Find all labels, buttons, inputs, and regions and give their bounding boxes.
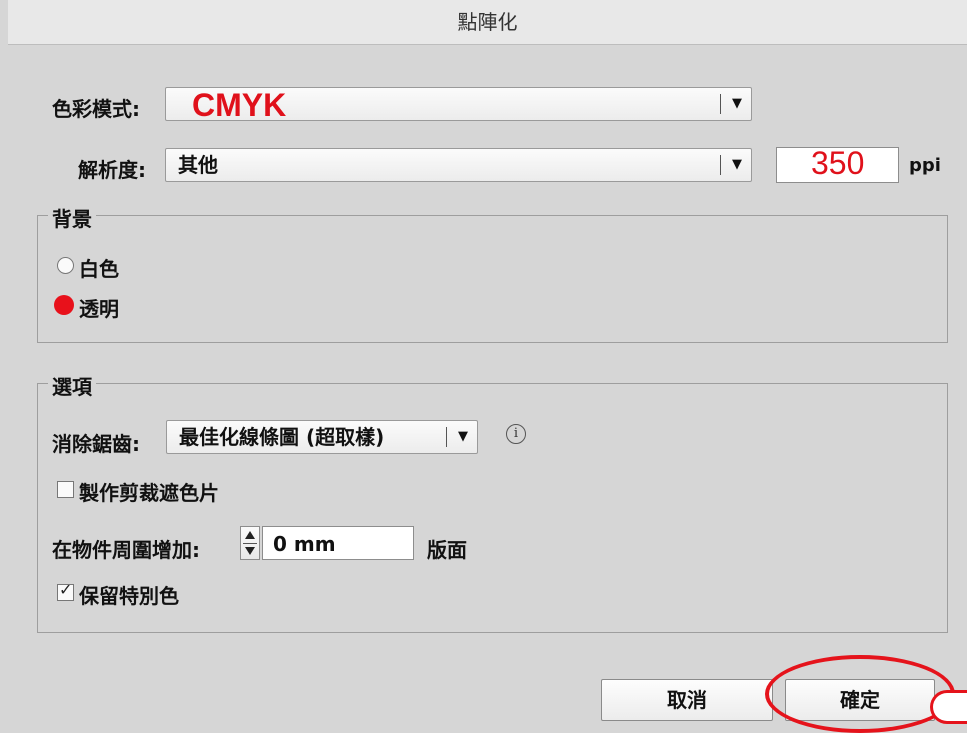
resolution-custom-input[interactable]: 350 xyxy=(776,145,899,183)
checkmark-icon: ✓ xyxy=(59,580,73,599)
color-mode-value: CMYK xyxy=(192,87,287,123)
radio-transparent[interactable] xyxy=(54,295,74,315)
radio-transparent-label: 透明 xyxy=(79,297,119,321)
add-around-value: 0 mm xyxy=(273,532,336,556)
select-divider xyxy=(446,427,447,447)
antialias-label: 消除鋸齒: xyxy=(52,432,140,456)
clipping-mask-label: 製作剪裁遮色片 xyxy=(79,481,219,505)
chevron-down-icon[interactable]: ▼ xyxy=(732,158,742,172)
color-mode-select[interactable]: CMYK ▼ xyxy=(165,87,752,123)
add-around-label: 在物件周圍增加: xyxy=(52,538,200,562)
radio-white[interactable] xyxy=(57,257,74,274)
preserve-spot-label: 保留特別色 xyxy=(79,584,179,608)
chevron-down-icon[interactable]: ▼ xyxy=(458,430,468,444)
pointer-annotation xyxy=(930,690,967,724)
dialog-title: 點陣化 xyxy=(8,0,967,45)
resolution-custom-value: 350 xyxy=(811,145,865,181)
options-legend: 選項 xyxy=(48,371,96,400)
preserve-spot-checkbox[interactable]: ✓ xyxy=(57,580,74,601)
add-around-stepper[interactable] xyxy=(240,526,260,560)
select-divider xyxy=(720,94,721,114)
chevron-down-icon[interactable]: ▼ xyxy=(732,97,742,111)
clipping-mask-checkbox[interactable] xyxy=(57,481,74,498)
info-icon[interactable]: i xyxy=(506,424,526,444)
stepper-up-icon[interactable] xyxy=(245,531,255,539)
cancel-button[interactable]: 取消 xyxy=(601,679,773,721)
resolution-label: 解析度: xyxy=(78,158,146,182)
stepper-divider xyxy=(243,543,257,544)
resolution-unit: ppi xyxy=(909,155,941,176)
add-around-input[interactable]: 0 mm xyxy=(262,526,414,560)
select-divider xyxy=(720,155,721,175)
background-group xyxy=(37,215,948,343)
background-legend: 背景 xyxy=(48,203,96,232)
radio-white-label: 白色 xyxy=(79,257,119,281)
ok-button[interactable]: 確定 xyxy=(785,679,935,721)
add-around-suffix: 版面 xyxy=(427,538,467,562)
antialias-value: 最佳化線條圖 (超取樣) xyxy=(179,425,385,449)
color-mode-label: 色彩模式: xyxy=(52,97,140,121)
antialias-select[interactable]: 最佳化線條圖 (超取樣) ▼ xyxy=(166,420,478,454)
resolution-select[interactable]: 其他 ▼ xyxy=(165,148,752,182)
stepper-down-icon[interactable] xyxy=(245,547,255,555)
resolution-value: 其他 xyxy=(178,153,218,177)
